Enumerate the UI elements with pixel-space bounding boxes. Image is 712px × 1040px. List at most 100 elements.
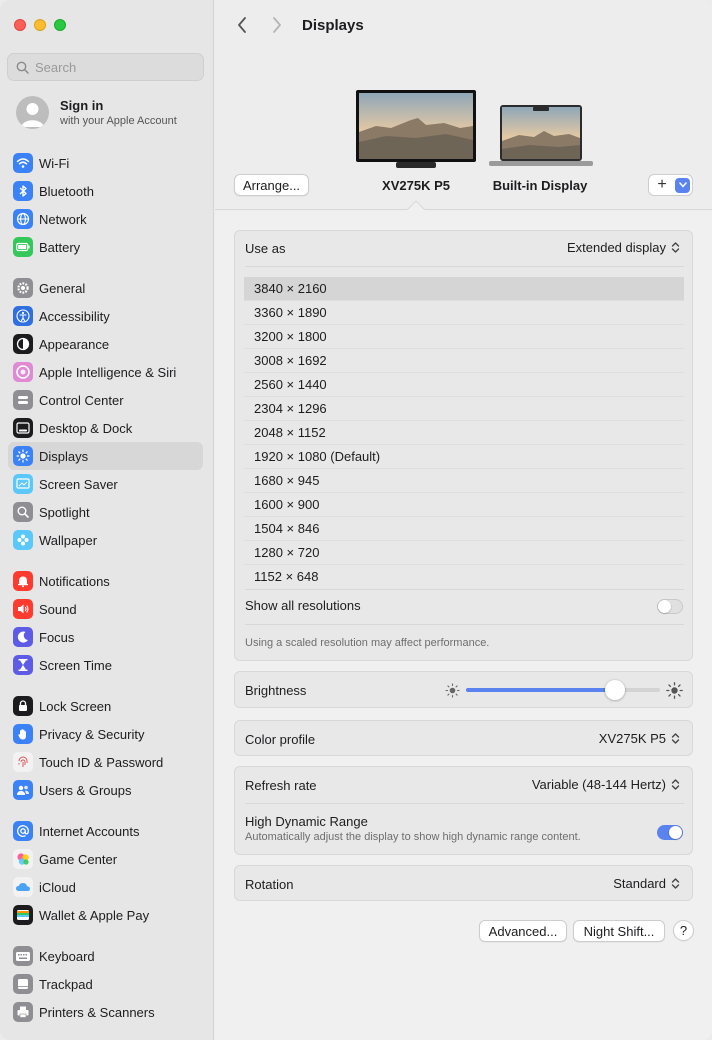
chevron-right-icon bbox=[273, 17, 281, 33]
sidebar-item-lock-screen[interactable]: Lock Screen bbox=[8, 692, 203, 720]
sidebar-item-displays[interactable]: Displays bbox=[8, 442, 203, 470]
sidebar-item-screen-time[interactable]: Screen Time bbox=[8, 651, 203, 679]
forward-button[interactable] bbox=[267, 15, 287, 35]
close-window-button[interactable] bbox=[14, 19, 26, 31]
signin-item[interactable]: Sign in with your Apple Account bbox=[16, 96, 177, 129]
sun-icon bbox=[13, 446, 33, 466]
resolution-option[interactable]: 1504 × 846 bbox=[244, 517, 684, 541]
sidebar-item-printers-scanners[interactable]: Printers & Scanners bbox=[8, 998, 203, 1026]
display-arrangement: Arrange... XV275K P5 Built-in Display + bbox=[215, 52, 712, 211]
display-thumbnail-builtin[interactable] bbox=[489, 105, 593, 167]
resolution-option[interactable]: 3840 × 2160 bbox=[244, 277, 684, 301]
sidebar-item-desktop-dock[interactable]: Desktop & Dock bbox=[8, 414, 203, 442]
sidebar-item-wallpaper[interactable]: Wallpaper bbox=[8, 526, 203, 554]
show-all-resolutions-toggle[interactable] bbox=[657, 599, 683, 614]
sidebar-item-label: Spotlight bbox=[39, 504, 90, 520]
resolution-option[interactable]: 1600 × 900 bbox=[244, 493, 684, 517]
sidebar-item-apple-intelligence-siri[interactable]: Apple Intelligence & Siri bbox=[8, 358, 203, 386]
sidebar-item-sound[interactable]: Sound bbox=[8, 595, 203, 623]
sidebar-item-touch-id-password[interactable]: Touch ID & Password bbox=[8, 748, 203, 776]
globe-icon bbox=[13, 209, 33, 229]
rotation-popup[interactable]: Standard bbox=[613, 876, 680, 891]
sidebar-item-privacy-security[interactable]: Privacy & Security bbox=[8, 720, 203, 748]
battery-icon bbox=[13, 237, 33, 257]
sidebar-item-label: Battery bbox=[39, 239, 81, 255]
sidebar-item-keyboard[interactable]: Keyboard bbox=[8, 942, 203, 970]
hdr-description: Automatically adjust the display to show… bbox=[245, 831, 581, 843]
updown-icon bbox=[671, 732, 680, 745]
add-display-menu-button[interactable] bbox=[675, 177, 690, 193]
night-shift-button[interactable]: Night Shift... bbox=[573, 920, 665, 942]
sidebar-item-label: Control Center bbox=[39, 392, 124, 408]
sidebar-item-focus[interactable]: Focus bbox=[8, 623, 203, 651]
resolution-option[interactable]: 1680 × 945 bbox=[244, 469, 684, 493]
arrange-button[interactable]: Arrange... bbox=[234, 174, 309, 196]
sidebar-item-wallet-apple-pay[interactable]: Wallet & Apple Pay bbox=[8, 901, 203, 929]
signin-title: Sign in bbox=[60, 98, 104, 113]
sun-bright-icon bbox=[666, 682, 683, 699]
wifi-icon bbox=[13, 153, 33, 173]
laptop-image bbox=[489, 105, 593, 166]
sidebar-item-game-center[interactable]: Game Center bbox=[8, 845, 203, 873]
cloud-icon bbox=[13, 877, 33, 897]
zoom-window-button[interactable] bbox=[54, 19, 66, 31]
resolution-option[interactable]: 2560 × 1440 bbox=[244, 373, 684, 397]
back-button[interactable] bbox=[232, 15, 252, 35]
sidebar-item-spotlight[interactable]: Spotlight bbox=[8, 498, 203, 526]
sidebar-item-accessibility[interactable]: Accessibility bbox=[8, 302, 203, 330]
sidebar-item-bluetooth[interactable]: Bluetooth bbox=[8, 177, 203, 205]
fingerprint-icon bbox=[13, 752, 33, 772]
chevron-down-icon bbox=[678, 182, 687, 188]
sun-dim-icon bbox=[445, 683, 460, 698]
sidebar: Sign in with your Apple Account Wi-Fi Blu… bbox=[0, 0, 214, 1040]
sidebar-item-label: Bluetooth bbox=[39, 183, 94, 199]
help-button[interactable]: ? bbox=[673, 920, 694, 941]
sidebar-item-icloud[interactable]: iCloud bbox=[8, 873, 203, 901]
sidebar-item-control-center[interactable]: Control Center bbox=[8, 386, 203, 414]
monitor-image bbox=[356, 90, 476, 168]
sidebar-item-trackpad[interactable]: Trackpad bbox=[8, 970, 203, 998]
sidebar-item-internet-accounts[interactable]: Internet Accounts bbox=[8, 817, 203, 845]
search-field[interactable] bbox=[7, 53, 204, 81]
use-as-popup[interactable]: Extended display bbox=[567, 240, 680, 255]
refresh-rate-popup[interactable]: Variable (48-144 Hertz) bbox=[532, 777, 680, 792]
sidebar-item-general[interactable]: General bbox=[8, 274, 203, 302]
resolution-option[interactable]: 2048 × 1152 bbox=[244, 421, 684, 445]
sidebar-item-battery[interactable]: Battery bbox=[8, 233, 203, 261]
sidebar-item-wi-fi[interactable]: Wi-Fi bbox=[8, 149, 203, 177]
rotation-card: Rotation Standard bbox=[234, 865, 693, 901]
minimize-window-button[interactable] bbox=[34, 19, 46, 31]
appearance-icon bbox=[13, 334, 33, 354]
brightness-label: Brightness bbox=[245, 683, 307, 698]
advanced-button[interactable]: Advanced... bbox=[479, 920, 567, 942]
sidebar-item-appearance[interactable]: Appearance bbox=[8, 330, 203, 358]
resolution-option[interactable]: 1152 × 648 bbox=[244, 565, 684, 589]
add-display-control[interactable]: + bbox=[648, 174, 693, 196]
refresh-rate-value: Variable (48-144 Hertz) bbox=[531, 777, 666, 792]
sidebar-item-label: Wallet & Apple Pay bbox=[39, 907, 150, 923]
search-input[interactable] bbox=[35, 59, 185, 75]
resolution-option[interactable]: 3200 × 1800 bbox=[244, 325, 684, 349]
color-profile-label: Color profile bbox=[245, 732, 316, 747]
printer-icon bbox=[13, 1002, 33, 1022]
sidebar-item-screen-saver[interactable]: Screen Saver bbox=[8, 470, 203, 498]
resolution-option[interactable]: 3008 × 1692 bbox=[244, 349, 684, 373]
brightness-slider[interactable] bbox=[466, 680, 660, 700]
sidebar-item-label: Printers & Scanners bbox=[39, 1004, 155, 1020]
hdr-toggle[interactable] bbox=[657, 825, 683, 840]
sidebar-item-label: Apple Intelligence & Siri bbox=[39, 364, 177, 380]
sidebar-item-network[interactable]: Network bbox=[8, 205, 203, 233]
color-profile-popup[interactable]: XV275K P5 bbox=[599, 731, 680, 746]
speaker-icon bbox=[13, 599, 33, 619]
display-thumbnail-external[interactable] bbox=[356, 90, 476, 168]
window-controls bbox=[14, 19, 66, 31]
add-display-button[interactable]: + bbox=[649, 175, 675, 195]
resolution-option[interactable]: 1280 × 720 bbox=[244, 541, 684, 565]
resolution-option[interactable]: 1920 × 1080 (Default) bbox=[244, 445, 684, 469]
resolution-option[interactable]: 2304 × 1296 bbox=[244, 397, 684, 421]
resolution-option[interactable]: 3360 × 1890 bbox=[244, 301, 684, 325]
sidebar-item-label: Touch ID & Password bbox=[39, 754, 164, 770]
brightness-slider-knob[interactable] bbox=[605, 680, 626, 700]
sidebar-item-notifications[interactable]: Notifications bbox=[8, 567, 203, 595]
sidebar-item-users-groups[interactable]: Users & Groups bbox=[8, 776, 203, 804]
